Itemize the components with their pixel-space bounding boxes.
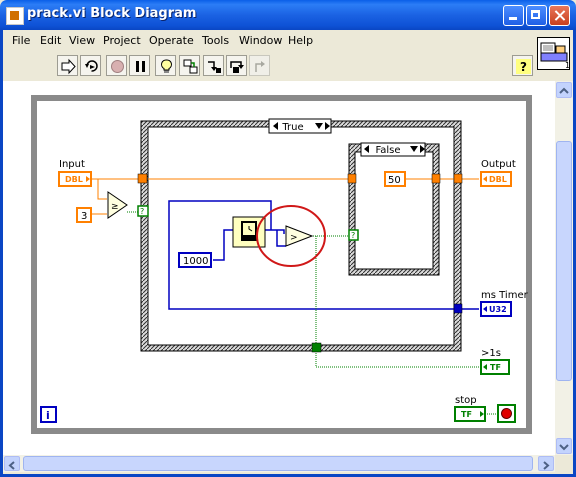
chevron-left-icon	[8, 461, 15, 470]
input-type-label: DBL	[65, 175, 83, 184]
maximize-button[interactable]	[526, 5, 547, 26]
toolbar: ?	[3, 51, 573, 82]
inner-case-selector-mark: ?	[351, 231, 355, 240]
step-into-button[interactable]	[203, 55, 224, 76]
horizontal-scroll-thumb[interactable]	[23, 456, 533, 471]
chevron-up-icon	[559, 87, 569, 94]
menu-edit[interactable]: Edit	[40, 34, 61, 47]
abort-icon	[111, 60, 124, 73]
vertical-scroll-thumb[interactable]	[556, 141, 572, 381]
step-out-button[interactable]	[249, 55, 270, 76]
menu-window[interactable]: Window	[239, 34, 282, 47]
help-icon: ?	[516, 59, 531, 74]
chevron-right-icon	[543, 461, 550, 470]
const-1000-value: 1000	[183, 256, 208, 267]
gt-symbol: >	[290, 233, 298, 243]
chevron-down-icon	[559, 444, 569, 451]
pause-button[interactable]	[129, 55, 150, 76]
highlight-execution-button[interactable]	[155, 55, 176, 76]
input-branch-wire[interactable]	[97, 179, 107, 200]
stop-label: stop	[455, 395, 477, 406]
outer-case-label: True	[281, 122, 303, 133]
menu-project[interactable]: Project	[103, 34, 141, 47]
block-diagram-canvas[interactable]: True False Input DBL 3 ≥ ? 1000 > ? 50 O…	[3, 81, 555, 455]
window-title: prack.vi Block Diagram	[27, 6, 197, 21]
labview-app-icon	[6, 7, 24, 25]
vertical-scrollbar[interactable]	[555, 81, 573, 455]
block-diagram: True False Input DBL 3 ≥ ? 1000 > ? 50 O…	[31, 95, 532, 434]
gt1s-label: >1s	[481, 348, 501, 359]
highlight-execution-icon	[161, 59, 172, 73]
ge-symbol: ≥	[111, 202, 119, 212]
step-over-button[interactable]	[226, 55, 247, 76]
inner-case-interior	[354, 151, 434, 270]
resize-grip[interactable]	[555, 455, 573, 472]
step-into-icon	[208, 61, 221, 73]
help-label: ?	[520, 60, 527, 74]
stop-type-label: TF	[461, 410, 472, 419]
inner-case-output-tunnel[interactable]	[431, 173, 441, 184]
horizontal-scrollbar[interactable]	[3, 455, 555, 472]
scroll-down-button[interactable]	[556, 438, 572, 454]
ms-timer-type-label: U32	[489, 305, 507, 314]
input-label: Input	[59, 159, 85, 170]
run-continuously-icon	[85, 60, 98, 72]
const-50-value: 50	[388, 175, 401, 186]
menu-view[interactable]: View	[69, 34, 95, 47]
menu-file[interactable]: File	[12, 34, 30, 47]
ms-timer-tunnel[interactable]	[453, 303, 463, 314]
inner-case-input-tunnel[interactable]	[347, 173, 357, 184]
case-selector-mark: ?	[140, 207, 144, 216]
menu-help[interactable]: Help	[288, 34, 313, 47]
retain-wire-values-button[interactable]	[179, 55, 200, 76]
inner-case-label: False	[375, 145, 400, 156]
run-arrow-icon	[61, 58, 76, 75]
run-continuously-button[interactable]	[80, 55, 101, 76]
const-3-value: 3	[81, 211, 87, 222]
scroll-up-button[interactable]	[556, 82, 572, 98]
menu-operate[interactable]: Operate	[149, 34, 194, 47]
gt1s-tunnel[interactable]	[311, 342, 322, 353]
output-label: Output	[481, 159, 516, 170]
abort-button[interactable]	[106, 55, 127, 76]
vi-connector-icon[interactable]: 1	[537, 37, 570, 70]
outer-case-input-tunnel[interactable]	[137, 173, 148, 184]
scroll-right-button[interactable]	[538, 456, 554, 471]
menu-tools[interactable]: Tools	[202, 34, 229, 47]
run-button[interactable]	[57, 55, 78, 76]
pause-icon	[136, 61, 145, 72]
outer-case-output-tunnel[interactable]	[453, 173, 463, 184]
vi-connector-label: 1	[565, 61, 569, 69]
minimize-button[interactable]	[503, 5, 524, 26]
ms-timer-label: ms Timer	[481, 290, 529, 301]
close-button[interactable]	[549, 5, 570, 26]
retain-wire-values-icon	[183, 59, 198, 74]
step-out-icon	[255, 61, 265, 72]
scroll-left-button[interactable]	[4, 456, 20, 471]
iteration-symbol: i	[46, 409, 50, 422]
gt1s-type-label: TF	[490, 363, 501, 372]
step-over-icon	[230, 61, 244, 73]
stop-sign-icon	[501, 408, 512, 419]
vi-icon-graphic: 1	[540, 42, 569, 69]
menu-bar: File Edit View Project Operate Tools Win…	[3, 30, 573, 51]
output-type-label: DBL	[489, 175, 507, 184]
context-help-button[interactable]: ?	[512, 55, 533, 76]
title-bar: prack.vi Block Diagram	[0, 0, 576, 30]
